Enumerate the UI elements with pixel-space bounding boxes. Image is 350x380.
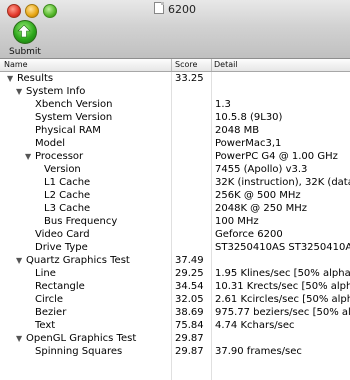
table-row[interactable]: L2 Cache 256K @ 500 MHz	[0, 189, 350, 202]
table-row[interactable]: Version 7455 (Apollo) v3.3	[0, 163, 350, 176]
results-outline: ▼ Results 33.25 ▼ System Info Xbench Version 1…	[0, 72, 350, 358]
disclosure-triangle-icon[interactable]: ▼	[16, 254, 22, 267]
row-score: 34.54	[175, 281, 204, 292]
row-score: 29.87	[175, 346, 204, 357]
table-row[interactable]: Rectangle 34.54 10.31 Krects/sec [50% alph…	[0, 280, 350, 293]
table-row[interactable]: ▼ Results 33.25	[0, 72, 350, 85]
row-name: L3 Cache	[44, 203, 91, 214]
row-name: Results	[17, 73, 54, 84]
row-name: System Version	[35, 112, 113, 123]
table-row[interactable]: Line 29.25 1.95 Klines/sec [50% alpha]	[0, 267, 350, 280]
submit-button[interactable]: Submit	[9, 20, 41, 57]
table-row[interactable]: Bezier 38.69 975.77 beziers/sec [50% alpha…	[0, 306, 350, 319]
column-header-detail[interactable]: Detail	[214, 60, 238, 72]
window-title: 6200	[168, 3, 196, 16]
row-name: Spinning Squares	[35, 346, 123, 357]
column-header-score[interactable]: Score	[175, 60, 197, 72]
disclosure-triangle-icon[interactable]: ▼	[7, 72, 13, 85]
submit-label: Submit	[9, 47, 41, 57]
table-row[interactable]: Model PowerMac3,1	[0, 137, 350, 150]
table-row[interactable]: ▼ Quartz Graphics Test 37.49	[0, 254, 350, 267]
row-detail: 10.31 Krects/sec [50% alpha]	[215, 281, 350, 292]
row-name: System Info	[26, 86, 86, 97]
row-name: Line	[35, 268, 56, 279]
row-score: 75.84	[175, 320, 204, 331]
row-score: 32.05	[175, 294, 204, 305]
row-detail: PowerMac3,1	[215, 138, 282, 149]
row-name: Video Card	[35, 229, 90, 240]
row-name: Drive Type	[35, 242, 88, 253]
row-detail: ST3250410AS ST3250410AS	[215, 242, 350, 253]
disclosure-triangle-icon[interactable]: ▼	[16, 332, 22, 345]
row-detail: 7455 (Apollo) v3.3	[215, 164, 308, 175]
table-row[interactable]: ▼ Processor PowerPC G4 @ 1.00 GHz	[0, 150, 350, 163]
window-title-area: 6200	[0, 2, 350, 16]
row-detail: 37.90 frames/sec	[215, 346, 302, 357]
row-score: 33.25	[175, 73, 204, 84]
table-row[interactable]: Spinning Squares 29.87 37.90 frames/sec	[0, 345, 350, 358]
row-name: L2 Cache	[44, 190, 91, 201]
xbench-window: 6200 Submit Name Score Detail ▼ Results 33…	[0, 0, 350, 380]
table-row[interactable]: ▼ OpenGL Graphics Test 29.87	[0, 332, 350, 345]
table-row[interactable]: Text 75.84 4.74 Kchars/sec	[0, 319, 350, 332]
table-row[interactable]: Drive Type ST3250410AS ST3250410AS	[0, 241, 350, 254]
row-detail: 4.74 Kchars/sec	[215, 320, 295, 331]
row-name: Bezier	[35, 307, 67, 318]
disclosure-triangle-icon[interactable]: ▼	[25, 150, 31, 163]
row-name: Bus Frequency	[44, 216, 118, 227]
disclosure-triangle-icon[interactable]: ▼	[16, 85, 22, 98]
row-detail: 2048 MB	[215, 125, 260, 136]
row-name: Version	[44, 164, 81, 175]
table-row[interactable]: Video Card Geforce 6200	[0, 228, 350, 241]
row-score: 29.25	[175, 268, 204, 279]
row-score: 37.49	[175, 255, 204, 266]
row-name: L1 Cache	[44, 177, 91, 188]
row-detail: 2048K @ 250 MHz	[215, 203, 308, 214]
table-row[interactable]: Xbench Version 1.3	[0, 98, 350, 111]
table-row[interactable]: Physical RAM 2048 MB	[0, 124, 350, 137]
row-detail: 1.3	[215, 99, 231, 110]
row-detail: 10.5.8 (9L30)	[215, 112, 283, 123]
row-name: Model	[35, 138, 66, 149]
row-name: Rectangle	[35, 281, 85, 292]
document-icon	[154, 2, 164, 14]
title-toolbar: 6200 Submit	[0, 0, 350, 59]
table-row[interactable]: Circle 32.05 2.61 Kcircles/sec [50% alpha]	[0, 293, 350, 306]
row-name: Physical RAM	[35, 125, 101, 136]
row-detail: Geforce 6200	[215, 229, 283, 240]
row-score: 29.87	[175, 333, 204, 344]
column-header-name[interactable]: Name	[4, 60, 28, 72]
table-row[interactable]: L3 Cache 2048K @ 250 MHz	[0, 202, 350, 215]
row-name: Xbench Version	[35, 99, 113, 110]
row-name: Circle	[35, 294, 64, 305]
row-detail: 975.77 beziers/sec [50% alpha]	[215, 307, 350, 318]
row-name: Quartz Graphics Test	[26, 255, 130, 266]
row-detail: 256K @ 500 MHz	[215, 190, 301, 201]
table-row[interactable]: System Version 10.5.8 (9L30)	[0, 111, 350, 124]
row-name: OpenGL Graphics Test	[26, 333, 137, 344]
table-row[interactable]: L1 Cache 32K (instruction), 32K (data)	[0, 176, 350, 189]
row-name: Processor	[35, 151, 84, 162]
row-name: Text	[35, 320, 56, 331]
row-detail: 100 MHz	[215, 216, 259, 227]
upload-arrow-icon	[13, 20, 37, 44]
row-detail: 32K (instruction), 32K (data)	[215, 177, 350, 188]
row-detail: PowerPC G4 @ 1.00 GHz	[215, 151, 338, 162]
results-table-header: Name Score Detail	[0, 59, 350, 72]
row-detail: 1.95 Klines/sec [50% alpha]	[215, 268, 350, 279]
row-score: 38.69	[175, 307, 204, 318]
table-row[interactable]: Bus Frequency 100 MHz	[0, 215, 350, 228]
table-row[interactable]: ▼ System Info	[0, 85, 350, 98]
row-detail: 2.61 Kcircles/sec [50% alpha]	[215, 294, 350, 305]
